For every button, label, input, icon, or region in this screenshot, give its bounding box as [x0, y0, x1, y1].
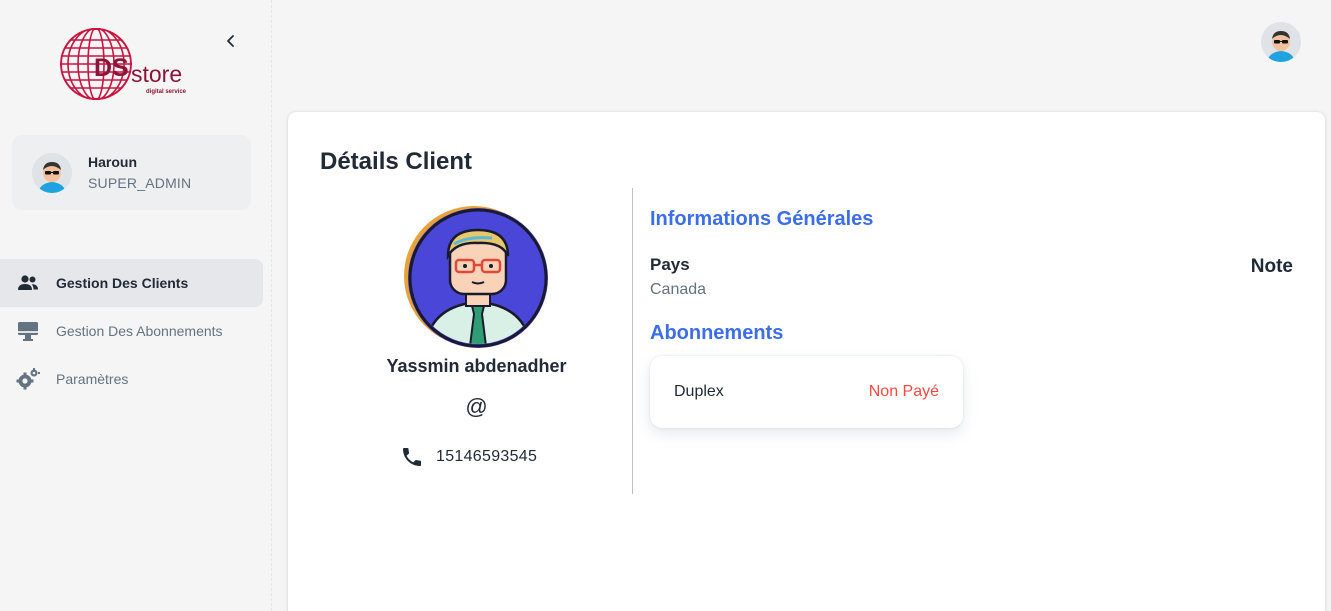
user-name: Haroun: [88, 153, 137, 170]
client-profile-panel: Yassmin abdenadher @ 15146593545: [320, 188, 633, 494]
client-phone: 15146593545: [436, 448, 538, 465]
svg-text:store: store: [131, 61, 182, 87]
user-role: SUPER_ADMIN: [88, 174, 192, 191]
email-icon: @: [465, 394, 488, 419]
subscription-name: Duplex: [674, 383, 724, 400]
page-title: Détails Client: [320, 148, 473, 175]
sidebar-item-label: Gestion Des Clients: [56, 275, 189, 291]
current-user-card[interactable]: Haroun SUPER_ADMIN: [12, 135, 251, 210]
svg-text:digital service: digital service: [146, 89, 187, 95]
sidebar-item-abonnements[interactable]: Gestion Des Abonnements: [0, 307, 263, 355]
client-info-panel: Informations Générales Pays Canada Note …: [650, 188, 1295, 508]
general-info-title: Informations Générales: [650, 208, 874, 230]
chevron-left-icon: [227, 35, 234, 47]
subscriptions-title: Abonnements: [650, 322, 784, 344]
subscription-card[interactable]: Duplex Non Payé: [650, 356, 963, 428]
settings-gear-icon: [16, 367, 40, 391]
note-label: Note: [1250, 256, 1293, 277]
monitor-icon: [16, 319, 40, 343]
ds-store-logo[interactable]: DS store digital service: [58, 26, 194, 104]
sidebar-item-label: Gestion Des Abonnements: [56, 323, 223, 339]
client-details-card: Détails Client Yassmin abdenadher @ 1514…: [288, 112, 1325, 611]
client-avatar: [404, 206, 552, 354]
collapse-sidebar-button[interactable]: [218, 28, 244, 54]
sidebar-nav: Gestion Des Clients Gestion Des Abonneme…: [0, 259, 263, 403]
people-icon: [16, 271, 40, 295]
phone-icon: [403, 448, 421, 466]
sidebar-item-clients[interactable]: Gestion Des Clients: [0, 259, 263, 307]
country-label: Pays: [650, 255, 690, 274]
sidebar-item-parametres[interactable]: Paramètres: [0, 355, 263, 403]
avatar: [32, 152, 72, 193]
country-value: Canada: [650, 281, 707, 298]
sidebar-item-label: Paramètres: [56, 371, 129, 387]
account-avatar-button[interactable]: [1261, 22, 1301, 62]
avatar: [1261, 22, 1301, 62]
svg-text:DS: DS: [94, 54, 129, 82]
sidebar: DS store digital service Haroun SUPER_AD…: [0, 0, 272, 611]
subscription-status: Non Payé: [868, 383, 939, 400]
phone-row: 15146593545: [400, 444, 537, 470]
client-name: Yassmin abdenadher: [386, 356, 567, 376]
